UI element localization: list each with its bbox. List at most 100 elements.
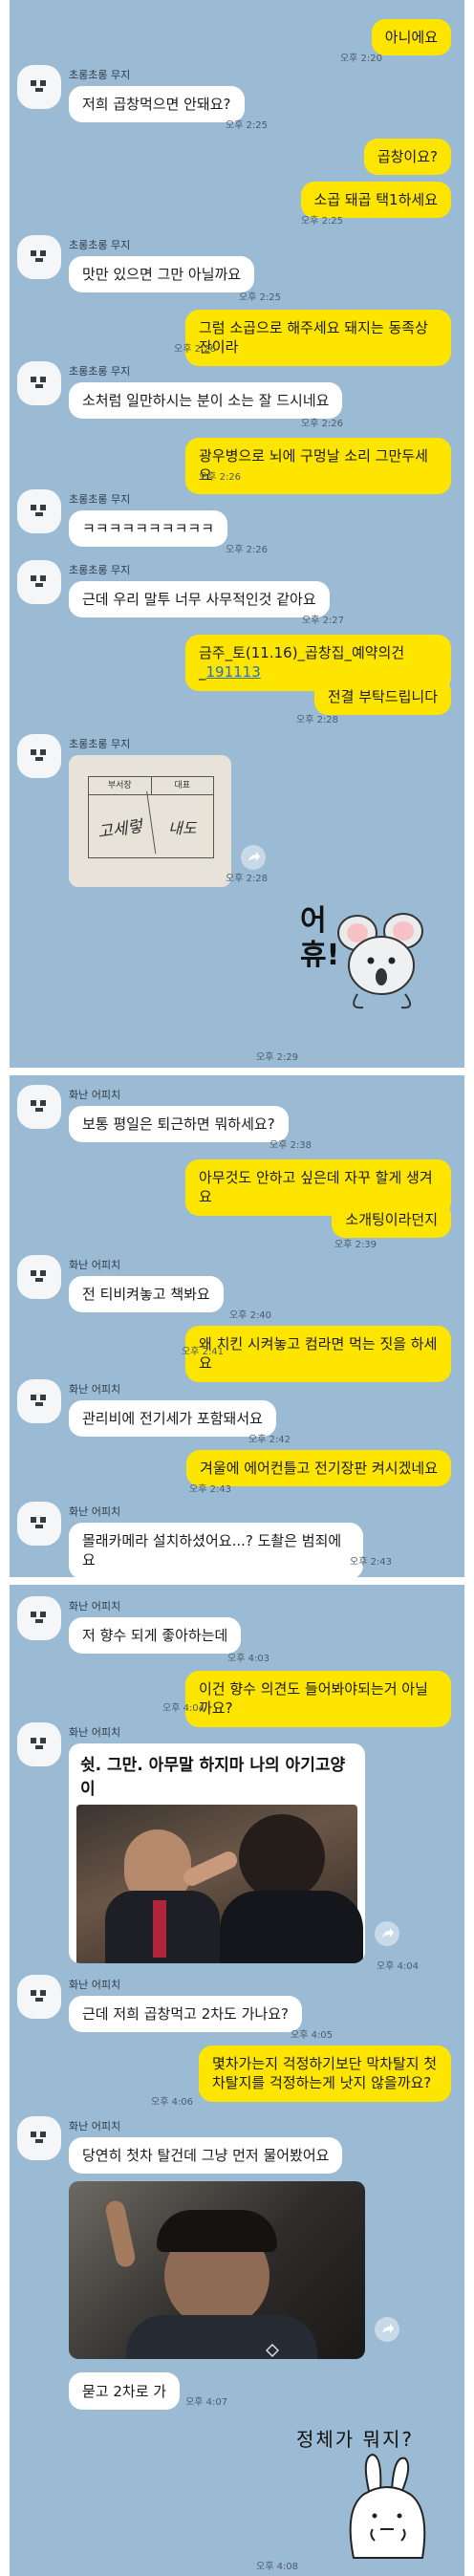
- message-theirs: 화난 어피치 전 티비켜놓고 책봐요: [10, 1255, 464, 1313]
- message-mine: 전결 부탁드립니다: [10, 679, 464, 716]
- avatar[interactable]: [17, 1975, 61, 2019]
- message-time: 오후 2:43: [189, 1484, 232, 1495]
- message-time: 오후 4:04: [162, 1703, 205, 1714]
- message-theirs: 화난 어피치 관리비에 전기세가 포함돼서요: [10, 1379, 464, 1438]
- gif-message[interactable]: 쉿. 그만. 아무말 하지마 나의 아기고양이: [69, 1743, 365, 1963]
- signature: 내도: [168, 819, 197, 837]
- message-theirs: 화난 어피치 근데 저희 곱창먹고 2차도 가나요?: [10, 1975, 464, 2033]
- photo-attachment[interactable]: 부서장 대표 고세렇 내도: [69, 755, 231, 887]
- message-bubble: 아니에요: [371, 19, 451, 56]
- avatar[interactable]: [17, 2116, 61, 2160]
- rabbit-character-icon: [349, 2453, 426, 2559]
- message-bubble: 소개팅이라던지: [332, 1201, 451, 1239]
- message-bubble: 근데 우리 말투 너무 사무적인것 같아요: [69, 581, 330, 618]
- message-bubble: ㅋㅋㅋㅋㅋㅋㅋㅋㅋㅋ: [69, 510, 228, 548]
- message-bubble: 몇차가는지 걱정하기보단 막차탈지 첫차탈지를 걱정하는게 낫지 않을까요?: [199, 2046, 451, 2102]
- message-mine: 곱창이요?: [10, 139, 464, 176]
- message-mine: 이건 향수 의견도 들어봐야되는거 아닐까요?: [10, 1671, 464, 1727]
- gif-image: [76, 1805, 363, 1963]
- message-bubble: 왜 치킨 시켜놓고 컴라면 먹는 짓을 하세요: [185, 1326, 451, 1382]
- message-theirs: 화난 어피치 당연히 첫차 탈건데 그냥 먼저 물어봤어요: [10, 2116, 464, 2360]
- rabbit-sticker[interactable]: 정체가 뭐지?: [296, 2424, 459, 2567]
- message-time: 오후 2:25: [226, 120, 269, 131]
- avatar[interactable]: [17, 1596, 61, 1640]
- message-theirs: 화난 어피치 보통 평일은 퇴근하면 뭐하세요?: [10, 1085, 464, 1143]
- mouse-sticker[interactable]: 어휴!: [296, 889, 440, 1042]
- message-bubble: 그럼 소곱으로 해주세요 돼지는 동족상잔이라: [185, 310, 451, 366]
- message-bubble: 곱창이요?: [363, 139, 451, 176]
- sender-name: 화난 어피치: [69, 1505, 121, 1518]
- message-time: 오후 2:43: [350, 1557, 393, 1568]
- message-theirs: 초롱초롱 무지 소처럼 일만하시는 분이 소는 잘 드시네요: [10, 361, 464, 420]
- sender-name: 화난 어피치: [69, 2120, 121, 2132]
- message-time: 오후 2:26: [174, 344, 217, 355]
- message-theirs: 초롱초롱 무지 맛만 있으면 그만 아닐까요: [10, 235, 464, 293]
- message-time: 오후 2:40: [229, 1310, 272, 1321]
- sender-name: 초롱초롱 무지: [69, 738, 131, 750]
- avatar[interactable]: [17, 235, 61, 279]
- message-theirs: 초롱초롱 무지 저희 곱창먹으면 안돼요?: [10, 65, 464, 123]
- message-time: 오후 2:38: [269, 1140, 312, 1151]
- message-theirs: 화난 어피치 저 향수 되게 좋아하는데: [10, 1596, 464, 1655]
- sender-name: 화난 어피치: [69, 1600, 121, 1613]
- message-bubble: 저희 곱창먹으면 안돼요?: [69, 86, 245, 123]
- message-bubble: 당연히 첫차 탈건데 그냥 먼저 물어봤어요: [69, 2137, 343, 2175]
- sticker-text: 정체가 뭐지?: [296, 2428, 414, 2451]
- sender-name: 초롱초롱 무지: [69, 564, 131, 576]
- message-bubble: 몰래카메라 설치하셨어요...? 도촬은 범죄에요: [69, 1523, 363, 1577]
- photo-attachment[interactable]: [69, 2181, 365, 2360]
- message-time: 오후 4:04: [377, 1961, 420, 1972]
- signature: 고세렇: [84, 790, 156, 863]
- sender-name: 초롱초롱 무지: [69, 493, 131, 506]
- message-mine: 소개팅이라던지: [10, 1201, 464, 1239]
- message-time: 오후 4:05: [291, 2030, 334, 2041]
- message-time: 오후 2:26: [226, 545, 269, 555]
- message-time: 오후 2:28: [226, 874, 269, 884]
- message-time: 오후 2:26: [301, 419, 344, 429]
- avatar[interactable]: [17, 1379, 61, 1423]
- avatar[interactable]: [17, 734, 61, 778]
- share-icon: [382, 1928, 394, 1937]
- chat-panel-2: 화난 어피치 보통 평일은 퇴근하면 뭐하세요? 오후 2:38 아무것도 안하…: [10, 1075, 464, 1577]
- sender-name: 화난 어피치: [69, 1979, 121, 1991]
- message-bubble: 근데 저희 곱창먹고 2차도 가나요?: [69, 1996, 302, 2033]
- message-time: 오후 2:20: [339, 54, 382, 64]
- avatar[interactable]: [17, 65, 61, 109]
- share-button[interactable]: [241, 845, 266, 870]
- share-button[interactable]: [375, 2317, 399, 2343]
- message-theirs: 초롱초롱 무지 ㅋㅋㅋㅋㅋㅋㅋㅋㅋㅋ: [10, 489, 464, 548]
- mouse-character-icon: [337, 913, 423, 1009]
- avatar[interactable]: [17, 1502, 61, 1546]
- message-mine: 왜 치킨 시켜놓고 컴라면 먹는 짓을 하세요: [10, 1326, 464, 1382]
- message-time: 오후 2:26: [199, 472, 242, 483]
- message-bubble: 이건 향수 의견도 들어봐야되는거 아닐까요?: [185, 1671, 451, 1727]
- message-time: 오후 2:25: [239, 292, 282, 303]
- play-indicator-icon: [266, 2344, 279, 2358]
- message-bubble: 전결 부탁드립니다: [313, 679, 451, 716]
- avatar[interactable]: [17, 1722, 61, 1766]
- avatar[interactable]: [17, 361, 61, 405]
- chat-panel-1: 오후 2:20 아니에요 초롱초롱 무지 저희 곱창먹으면 안돼요? 오후 2:…: [10, 0, 464, 1068]
- message-bubble: 보통 평일은 퇴근하면 뭐하세요?: [69, 1106, 289, 1143]
- message-mine: 소곱 돼곱 택1하세요: [10, 182, 464, 219]
- message-time: 오후 2:25: [301, 216, 344, 227]
- sender-name: 화난 어피치: [69, 1383, 121, 1396]
- avatar[interactable]: [17, 560, 61, 604]
- message-time: 오후 4:08: [256, 2562, 299, 2572]
- message-mine: 오후 2:20 아니에요: [10, 19, 464, 64]
- message-bubble: 저 향수 되게 좋아하는데: [69, 1617, 242, 1655]
- approval-stamp-table: 부서장 대표 고세렇 내도: [84, 776, 214, 863]
- avatar[interactable]: [17, 1085, 61, 1129]
- message-theirs: 화난 어피치 쉿. 그만. 아무말 하지마 나의 아기고양이: [10, 1722, 464, 1963]
- share-button[interactable]: [375, 1921, 399, 1946]
- message-bubble: 묻고 2차로 가: [69, 2372, 181, 2410]
- avatar[interactable]: [17, 489, 61, 533]
- sender-name: 초롱초롱 무지: [69, 365, 131, 378]
- message-theirs: 화난 어피치 몰래카메라 설치하셨어요...? 도촬은 범죄에요: [10, 1502, 464, 1577]
- message-time: 오후 4:06: [151, 2097, 194, 2108]
- stamp-column-label: 대표: [174, 781, 191, 790]
- message-bubble: 소처럼 일만하시는 분이 소는 잘 드시네요: [69, 382, 343, 420]
- message-mine: 광우병으로 뇌에 구멍날 소리 그만두세요: [10, 438, 464, 494]
- message-time: 오후 2:42: [248, 1435, 291, 1445]
- avatar[interactable]: [17, 1255, 61, 1299]
